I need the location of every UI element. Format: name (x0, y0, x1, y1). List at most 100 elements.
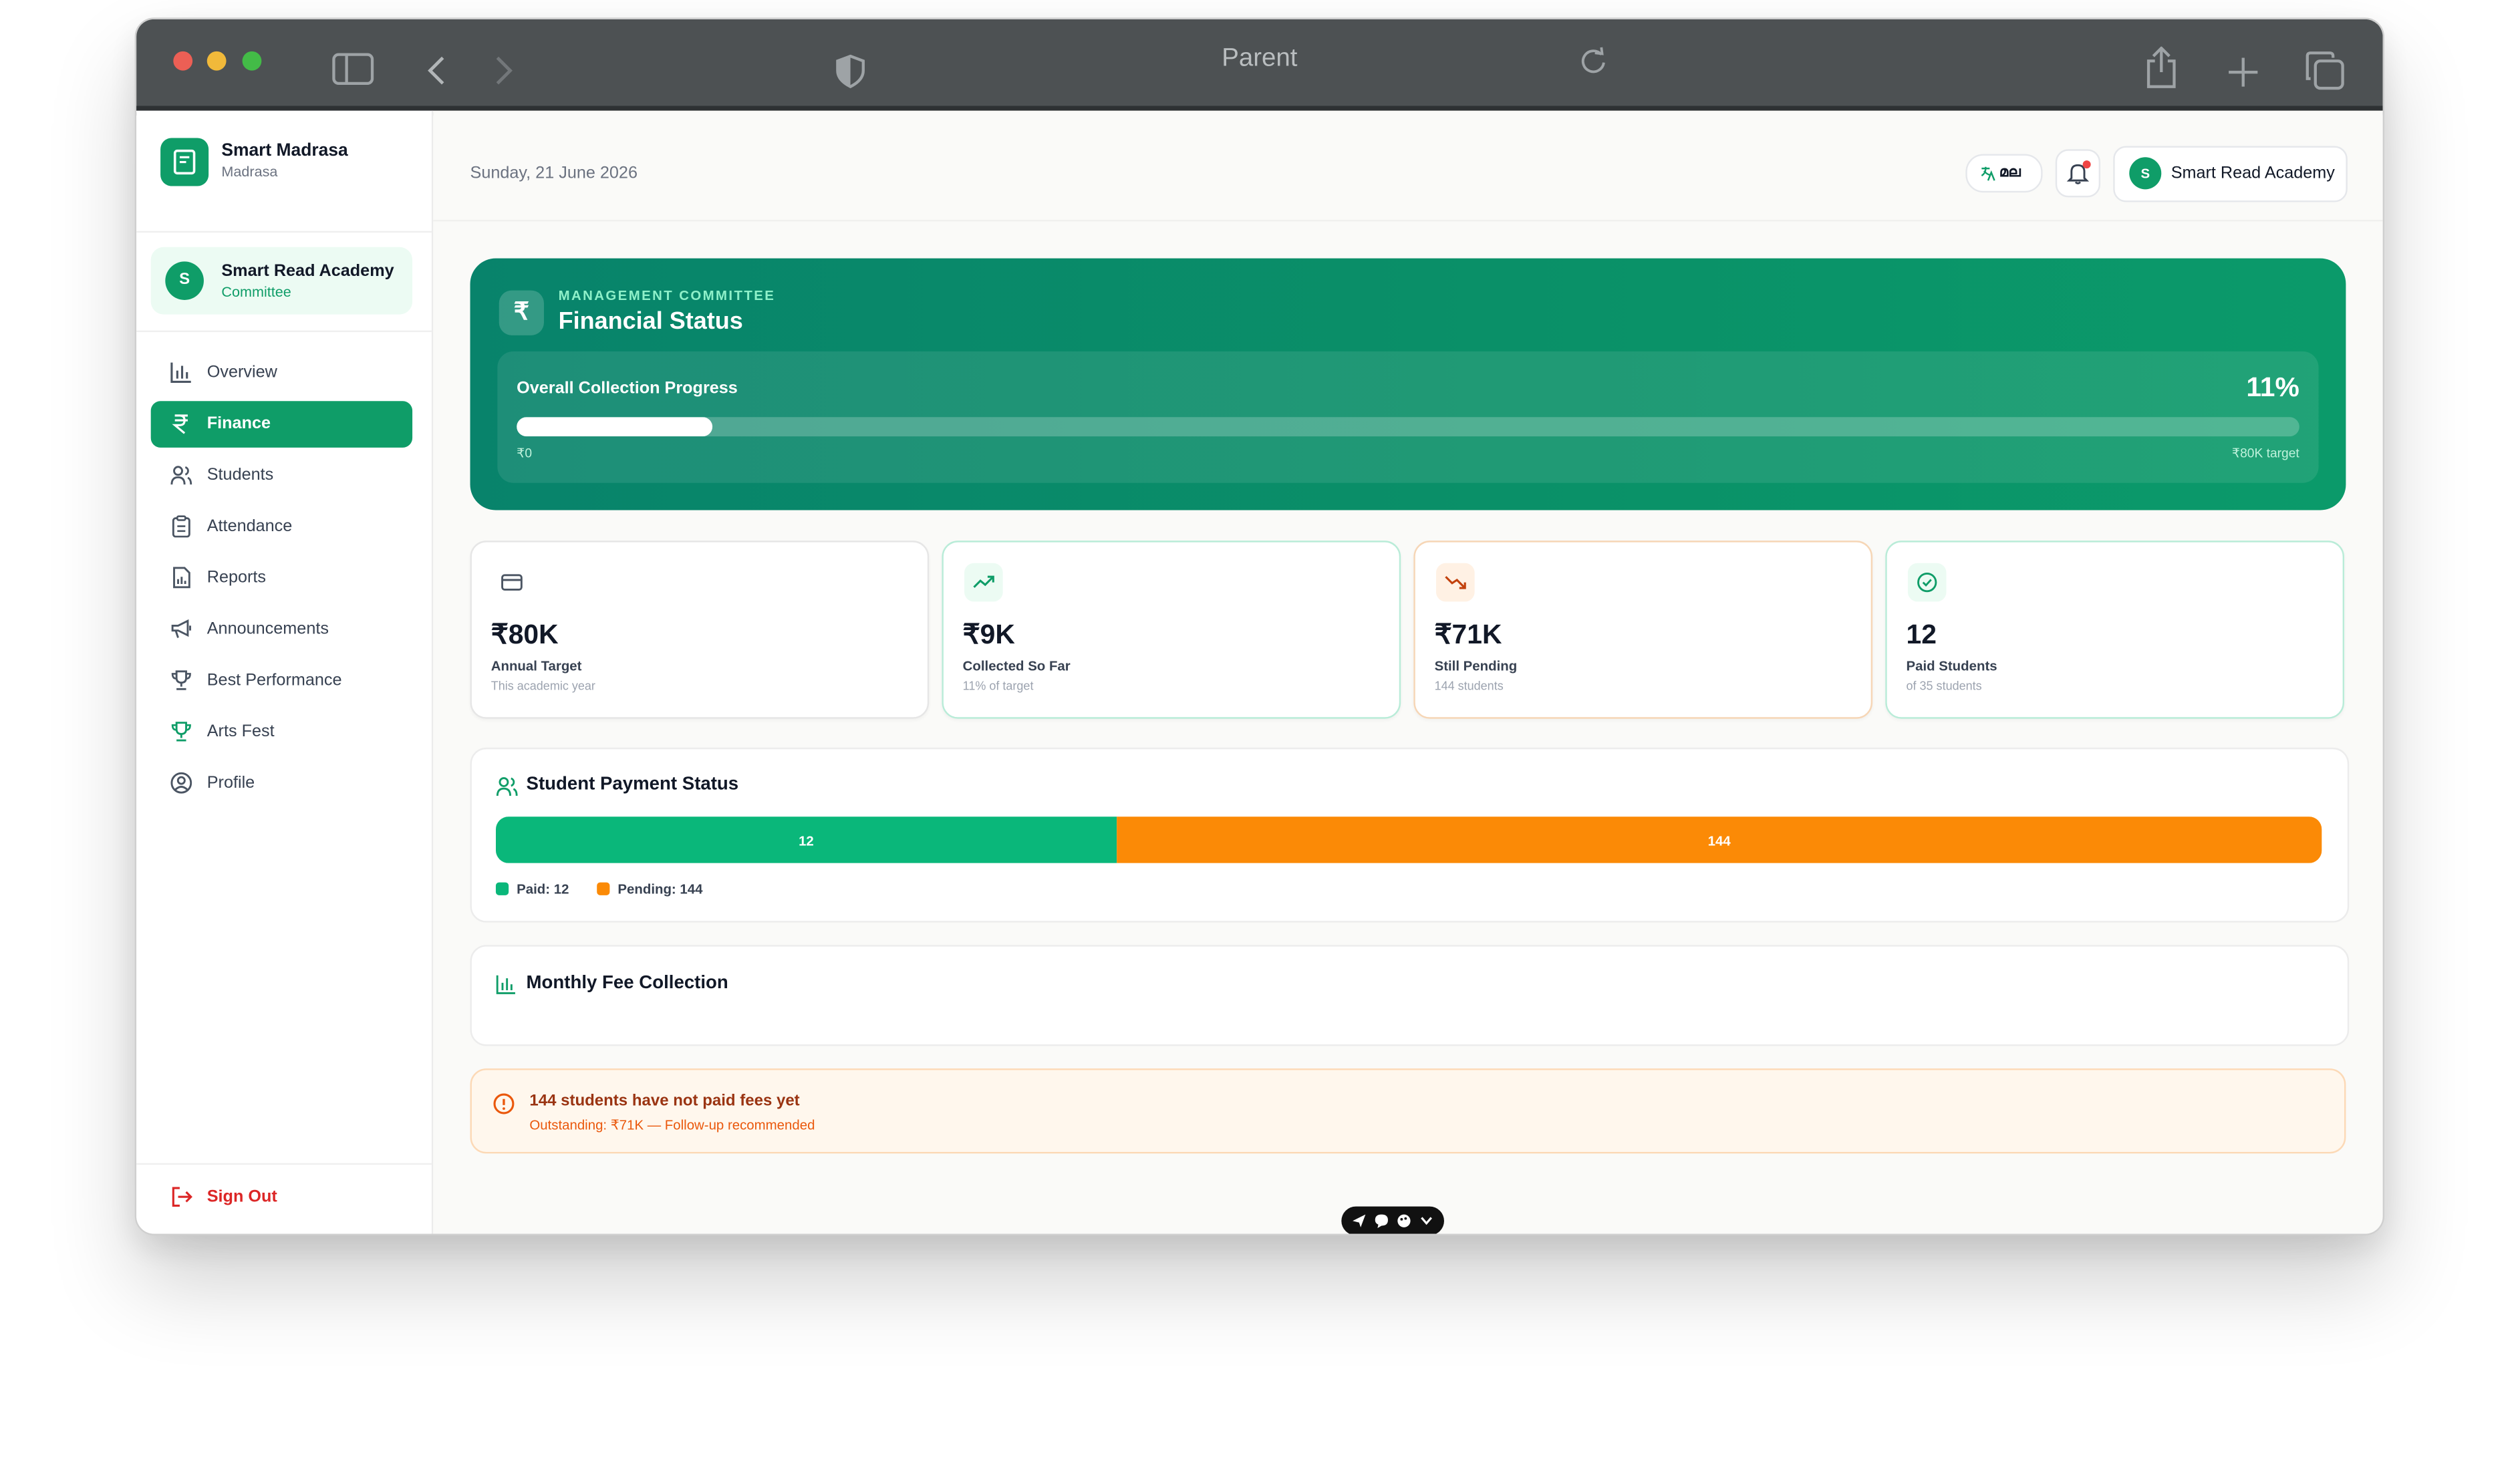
trending-down-icon (1435, 563, 1475, 602)
brand-name: Smart Madrasa (221, 141, 348, 161)
notifications-button[interactable] (2055, 149, 2101, 198)
floating-toolbar[interactable] (1341, 1206, 1444, 1234)
stat-label: Annual Target (491, 657, 582, 674)
users-icon (496, 777, 518, 796)
stat-label: Paid Students (1906, 657, 1997, 674)
current-date: Sunday, 21 June 2026 (470, 163, 638, 183)
tab-overview-icon[interactable] (2305, 51, 2344, 90)
org-name: Smart Read Academy (221, 261, 394, 281)
clipboard-icon (172, 515, 190, 538)
divider (136, 1163, 432, 1165)
pending-segment: 144 (1116, 817, 2322, 863)
users-icon (170, 466, 192, 485)
user-circle-icon (170, 772, 192, 794)
legend-label: Pending: 144 (617, 881, 703, 897)
chat-icon[interactable] (1373, 1213, 1389, 1229)
main-content: Sunday, 21 June 2026 മല S Smart Read Aca… (433, 110, 2383, 1234)
paid-segment: 12 (495, 817, 1117, 863)
browser-titlebar: Parent (136, 19, 2383, 116)
sidebar-item-students[interactable]: Students (151, 452, 412, 499)
legend-pending: Pending: 144 (597, 881, 702, 897)
alert-subtitle: Outstanding: ₹71K — Follow-up recommende… (529, 1117, 815, 1133)
sidebar-item-label: Finance (206, 414, 271, 434)
sign-out-button[interactable]: Sign Out (151, 1177, 412, 1219)
megaphone-icon (171, 619, 191, 638)
language-label: മല (1999, 163, 2021, 180)
palette-icon[interactable] (1396, 1213, 1412, 1229)
stat-label: Still Pending (1434, 657, 1518, 674)
send-icon[interactable] (1351, 1213, 1367, 1229)
stat-value: ₹9K (962, 619, 1015, 650)
reload-icon[interactable] (1579, 47, 1608, 76)
collection-progress: Overall Collection Progress 11% ₹0 ₹80K … (497, 351, 2319, 483)
stat-card-collected: ₹9K Collected So Far 11% of target (942, 541, 1401, 719)
share-icon[interactable] (2144, 46, 2179, 88)
rupee-icon (172, 414, 188, 434)
trending-up-icon (964, 563, 1003, 602)
divider (136, 231, 432, 233)
sidebar-item-label: Reports (206, 567, 267, 587)
card-icon (493, 563, 531, 602)
sidebar-item-reports[interactable]: Reports (151, 555, 412, 602)
financial-status-card: ₹ MANAGEMENT COMMITTEE Financial Status … (470, 258, 2346, 510)
rupee-icon: ₹ (499, 290, 544, 335)
progress-fill (517, 417, 713, 437)
sidebar-item-label: Students (206, 465, 274, 485)
sidebar-item-arts-fest[interactable]: Arts Fest (151, 709, 412, 756)
sidebar: Smart Madrasa Madrasa S Smart Read Acade… (136, 110, 434, 1234)
sidebar-item-finance[interactable]: Finance (150, 401, 413, 448)
check-circle-icon (1907, 563, 1947, 602)
stat-value: 12 (1906, 619, 1937, 650)
progress-min-label: ₹0 (517, 446, 533, 461)
stat-card-annual-target: ₹80K Annual Target This academic year (470, 541, 930, 719)
stat-subtext: This academic year (491, 678, 595, 694)
legend-swatch (597, 882, 610, 895)
sidebar-item-label: Overview (206, 362, 277, 382)
browser-window: Parent Smart Madrasa Madrasa S Smart Rea… (134, 17, 2385, 1235)
new-tab-icon[interactable] (2227, 56, 2259, 88)
stat-label: Collected So Far (962, 657, 1071, 674)
alert-circle-icon (493, 1093, 515, 1115)
logout-icon (172, 1187, 192, 1207)
stat-card-paid-students: 12 Paid Students of 35 students (1885, 541, 2345, 719)
brand-subtitle: Madrasa (221, 163, 278, 180)
translate-icon (1981, 166, 1995, 181)
legend-swatch (495, 882, 509, 895)
unpaid-fees-alert: 144 students have not paid fees yet Outs… (470, 1068, 2346, 1154)
account-menu[interactable]: S Smart Read Academy (2113, 146, 2348, 202)
student-payment-status-card: Student Payment Status 12 144 Paid: 12 P… (470, 747, 2350, 923)
card-title: Monthly Fee Collection (526, 974, 728, 994)
org-role: Committee (221, 283, 291, 301)
sidebar-item-label: Profile (206, 773, 255, 793)
stat-subtext: 144 students (1434, 678, 1504, 694)
page-title: Parent (1222, 45, 1298, 73)
alert-title: 144 students have not paid fees yet (529, 1092, 800, 1110)
sidebar-item-announcements[interactable]: Announcements (151, 607, 412, 653)
sidebar-item-attendance[interactable]: Attendance (151, 504, 412, 551)
report-icon (173, 567, 190, 589)
language-toggle[interactable]: മല (1965, 154, 2043, 193)
bar-chart-icon (496, 975, 515, 994)
sidebar-item-profile[interactable]: Profile (151, 760, 412, 807)
trophy-icon (171, 722, 191, 742)
org-card[interactable]: S Smart Read Academy Committee (150, 247, 413, 315)
progress-percent: 11% (2246, 372, 2299, 403)
chevron-down-icon[interactable] (1420, 1216, 1433, 1225)
progress-label: Overall Collection Progress (517, 378, 738, 398)
account-name: Smart Read Academy (2171, 163, 2335, 183)
stat-subtext: 11% of target (962, 678, 1034, 694)
sidebar-item-overview[interactable]: Overview (151, 349, 412, 396)
sidebar-item-label: Best Performance (206, 670, 342, 690)
divider (136, 330, 432, 333)
legend-paid: Paid: 12 (495, 881, 569, 897)
section-kicker: MANAGEMENT COMMITTEE (558, 287, 776, 303)
card-title: Student Payment Status (526, 774, 739, 794)
stat-value: ₹71K (1434, 619, 1502, 650)
header: Sunday, 21 June 2026 മല S Smart Read Aca… (433, 111, 2383, 222)
progress-track (517, 417, 2299, 437)
book-icon (160, 138, 209, 186)
section-title: Financial Status (558, 308, 743, 335)
trophy-icon (171, 670, 191, 690)
avatar: S (2129, 157, 2162, 190)
sidebar-item-best-performance[interactable]: Best Performance (151, 657, 412, 704)
